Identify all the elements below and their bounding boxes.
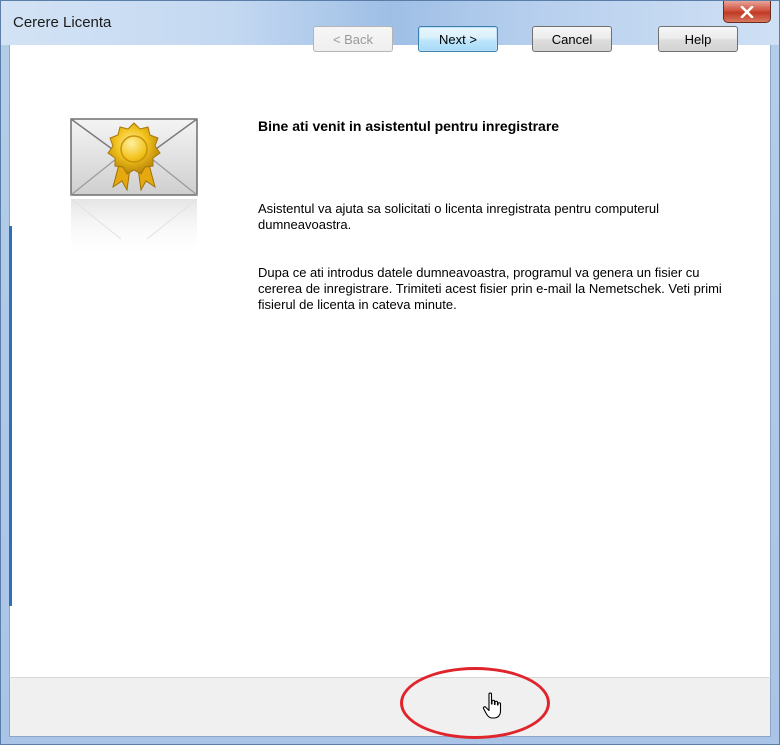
close-icon bbox=[740, 5, 754, 18]
cancel-button[interactable]: Cancel bbox=[532, 26, 612, 52]
window-title: Cerere Licenta bbox=[13, 14, 112, 31]
instructions-paragraph: Dupa ce ati introdus datele dumneavoastr… bbox=[258, 265, 722, 312]
intro-paragraph: Asistentul va ajuta sa solicitati o lice… bbox=[258, 201, 660, 232]
page-heading: Bine ati venit in asistentul pentru inre… bbox=[258, 118, 560, 134]
next-button[interactable]: Next > bbox=[418, 26, 498, 52]
close-button[interactable] bbox=[723, 1, 771, 23]
button-bar bbox=[9, 677, 771, 737]
envelope-certificate-icon bbox=[70, 118, 198, 259]
help-button[interactable]: Help bbox=[658, 26, 738, 52]
back-button[interactable]: < Back bbox=[313, 26, 393, 52]
license-wizard-window: Cerere Licenta Bine ati venit in asisten… bbox=[0, 0, 780, 745]
left-accent-bar bbox=[9, 226, 12, 606]
